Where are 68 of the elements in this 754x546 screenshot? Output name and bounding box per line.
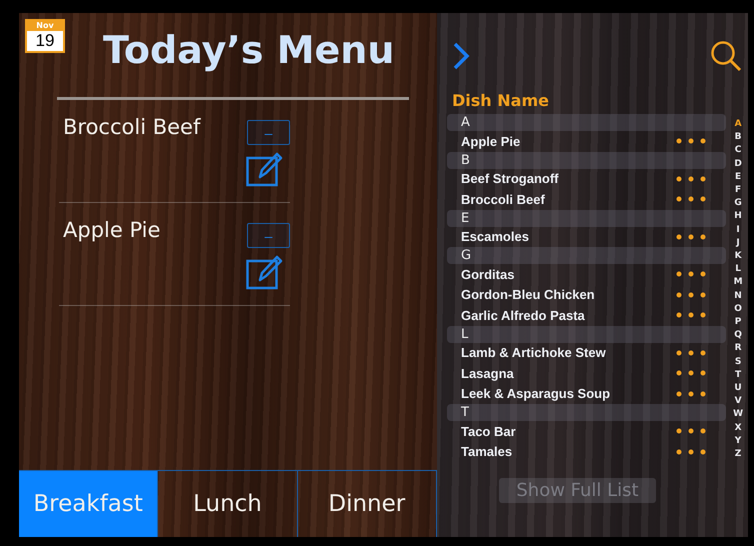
- section-header: T: [447, 404, 726, 421]
- more-icon[interactable]: [676, 292, 706, 298]
- index-letter[interactable]: K: [734, 250, 742, 264]
- section-header: B: [447, 152, 726, 168]
- dish-name[interactable]: Gorditas: [461, 266, 514, 282]
- chevron-right-icon[interactable]: [452, 41, 470, 71]
- index-letter[interactable]: D: [734, 158, 742, 171]
- index-letter[interactable]: P: [734, 316, 742, 330]
- dish-name[interactable]: Tamales: [461, 444, 512, 460]
- dish-name[interactable]: Taco Bar: [461, 424, 516, 439]
- section-header: E: [447, 210, 726, 226]
- index-letter[interactable]: R: [734, 342, 742, 356]
- index-letter[interactable]: X: [734, 422, 742, 435]
- index-letter[interactable]: M: [734, 276, 743, 290]
- index-letter[interactable]: Y: [734, 434, 742, 448]
- dish-name[interactable]: Lasagna: [461, 366, 514, 381]
- index-letter[interactable]: L: [735, 263, 741, 276]
- index-letter[interactable]: G: [734, 197, 742, 210]
- section-header: G: [447, 247, 726, 264]
- dish-name[interactable]: Beef Stroganoff: [461, 171, 558, 186]
- more-icon[interactable]: [676, 448, 706, 455]
- dish-name[interactable]: Lamb & Artichoke Stew: [461, 345, 606, 360]
- dish-name[interactable]: Leek & Asparagus Soup: [461, 386, 610, 402]
- dish-name[interactable]: Escamoles: [461, 229, 529, 244]
- more-icon[interactable]: [676, 390, 706, 397]
- dish-name[interactable]: Garlic Alfredo Pasta: [461, 308, 585, 323]
- remove-button[interactable]: –: [247, 120, 290, 145]
- index-letter[interactable]: E: [734, 170, 742, 184]
- menu-item-name: Apple Pie: [63, 217, 160, 244]
- menu-item-name: Broccoli Beef: [63, 114, 200, 141]
- remove-button[interactable]: –: [247, 223, 290, 248]
- more-icon[interactable]: [676, 271, 706, 278]
- calendar-month: Nov: [27, 21, 63, 31]
- meal-tab[interactable]: Dinner: [298, 471, 437, 537]
- index-letter[interactable]: N: [734, 290, 742, 303]
- section-header: A: [447, 114, 726, 131]
- dish-name[interactable]: Gordon-Bleu Chicken: [461, 287, 595, 302]
- index-letter[interactable]: O: [734, 302, 742, 316]
- index-letter[interactable]: B: [734, 131, 742, 144]
- more-icon[interactable]: [676, 138, 706, 144]
- search-icon[interactable]: [710, 40, 742, 72]
- index-letter[interactable]: I: [736, 224, 740, 237]
- more-icon[interactable]: [676, 312, 706, 318]
- more-icon[interactable]: [676, 350, 706, 356]
- more-icon[interactable]: [676, 196, 706, 202]
- index-letter[interactable]: V: [734, 395, 742, 408]
- index-letter[interactable]: W: [733, 408, 744, 422]
- index-letter[interactable]: Z: [734, 448, 742, 462]
- section-header: L: [447, 326, 726, 342]
- index-letter[interactable]: U: [734, 382, 742, 396]
- meal-tab[interactable]: Lunch: [158, 471, 298, 537]
- index-letter[interactable]: J: [736, 236, 740, 250]
- menu-title: Today’s Menu: [103, 27, 394, 73]
- index-letter[interactable]: F: [734, 184, 742, 198]
- more-icon[interactable]: [676, 428, 706, 434]
- index-letter[interactable]: C: [734, 144, 742, 158]
- dish-name[interactable]: Broccoli Beef: [461, 192, 545, 207]
- more-icon[interactable]: [676, 176, 706, 182]
- index-letter[interactable]: S: [734, 356, 742, 369]
- more-icon[interactable]: [676, 370, 706, 376]
- index-letter[interactable]: T: [735, 368, 742, 382]
- index-letter[interactable]: Q: [734, 329, 742, 342]
- more-icon[interactable]: [676, 234, 706, 240]
- index-letter[interactable]: H: [734, 210, 742, 224]
- calendar-day: 19: [36, 31, 54, 51]
- dish-name[interactable]: Apple Pie: [461, 134, 520, 149]
- index-letter[interactable]: A: [734, 118, 742, 132]
- column-heading: Dish Name: [452, 91, 550, 110]
